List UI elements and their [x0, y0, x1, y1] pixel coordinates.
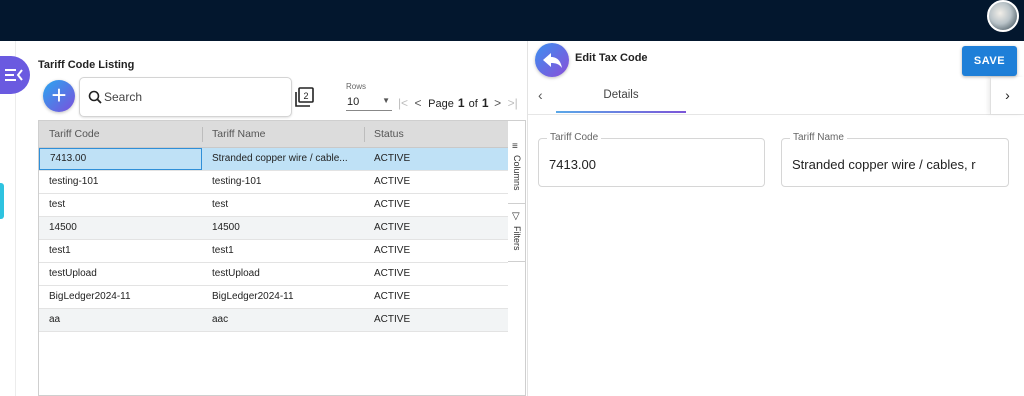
user-avatar[interactable] — [987, 0, 1019, 32]
tariff-grid: Tariff Code Tariff Name Status 7413.00 S… — [38, 120, 509, 396]
grid-side-bar: ≡ Columns ▽ Filters — [508, 120, 526, 396]
grid-header: Tariff Code Tariff Name Status — [39, 121, 508, 148]
of-word: of — [468, 98, 478, 110]
cell-tariff-code[interactable]: 14500 — [39, 217, 202, 239]
menu-toggle-icon[interactable] — [0, 56, 30, 94]
column-header-status[interactable]: Status — [364, 121, 508, 148]
top-navbar — [0, 0, 1024, 41]
cell-tariff-name[interactable]: test — [202, 194, 364, 216]
menu-collapse-icon — [5, 69, 23, 81]
column-header-tariff-code[interactable]: Tariff Code — [39, 121, 202, 148]
edit-panel-title: Edit Tax Code — [575, 52, 648, 64]
cell-status[interactable]: ACTIVE — [364, 309, 508, 331]
next-page-icon[interactable]: > — [492, 96, 504, 110]
tariff-name-value[interactable]: Stranded copper wire / cables, r — [792, 157, 1006, 172]
columns-tool-tab[interactable]: ≡ Columns — [508, 141, 526, 205]
table-row[interactable]: testUpload testUpload ACTIVE — [39, 263, 508, 286]
caret-down-icon: ▼ — [382, 96, 390, 105]
rows-value: 10 — [347, 96, 360, 108]
columns-tab-label: Columns — [512, 155, 522, 191]
pagination: |< < Page 1 of 1 > >| — [397, 96, 519, 110]
rows-per-page-select[interactable]: 10 ▼ — [346, 93, 392, 111]
tab-details[interactable]: Details — [556, 77, 686, 114]
filter-icon: ▽ — [512, 211, 520, 222]
cell-status[interactable]: ACTIVE — [364, 217, 508, 239]
rows-label: Rows — [346, 82, 367, 91]
back-button[interactable] — [535, 43, 569, 77]
tariff-name-field[interactable]: Tariff Name Stranded copper wire / cable… — [781, 132, 1009, 187]
side-tab-divider — [508, 261, 525, 262]
tariff-name-label: Tariff Name — [790, 132, 847, 143]
table-row[interactable]: aa aac ACTIVE — [39, 309, 508, 332]
search-box[interactable] — [79, 77, 292, 117]
first-page-icon[interactable]: |< — [397, 96, 409, 110]
cell-tariff-code[interactable]: test — [39, 194, 202, 216]
grid-body: 7413.00 Stranded copper wire / cable... … — [39, 148, 508, 332]
table-row[interactable]: testing-101 testing-101 ACTIVE — [39, 171, 508, 194]
cell-tariff-code[interactable]: testUpload — [39, 263, 202, 285]
tabs-bar: ‹ Details › — [528, 77, 1024, 115]
search-input[interactable] — [104, 87, 284, 107]
cell-tariff-name[interactable]: testing-101 — [202, 171, 364, 193]
last-page-icon[interactable]: >| — [507, 96, 519, 110]
cell-status[interactable]: ACTIVE — [364, 263, 508, 285]
cell-tariff-name[interactable]: 14500 — [202, 217, 364, 239]
cell-tariff-code[interactable]: BigLedger2024-11 — [39, 286, 202, 308]
cell-status[interactable]: ACTIVE — [364, 171, 508, 193]
tab-scroll-right-icon[interactable]: › — [990, 77, 1024, 114]
reply-arrow-icon — [543, 53, 562, 68]
tariff-code-field[interactable]: Tariff Code 7413.00 — [538, 132, 765, 187]
side-tab-divider — [508, 203, 525, 204]
cell-tariff-code[interactable]: aa — [39, 309, 202, 331]
table-row[interactable]: test1 test1 ACTIVE — [39, 240, 508, 263]
table-row[interactable]: test test ACTIVE — [39, 194, 508, 217]
cell-tariff-code[interactable]: 7413.00 — [39, 148, 202, 170]
listing-title: Tariff Code Listing — [38, 59, 135, 71]
cell-tariff-name[interactable]: BigLedger2024-11 — [202, 286, 364, 308]
filters-tool-tab[interactable]: ▽ Filters — [508, 211, 526, 261]
cell-tariff-name[interactable]: testUpload — [202, 263, 364, 285]
tariff-code-label: Tariff Code — [547, 132, 602, 143]
cell-tariff-name[interactable]: test1 — [202, 240, 364, 262]
cell-tariff-code[interactable]: test1 — [39, 240, 202, 262]
svg-text:2: 2 — [303, 91, 308, 101]
cell-status[interactable]: ACTIVE — [364, 194, 508, 216]
add-button[interactable]: + — [43, 80, 75, 112]
side-indicator — [0, 183, 4, 219]
cell-tariff-name[interactable]: aac — [202, 309, 364, 331]
tariff-code-value[interactable]: 7413.00 — [549, 157, 596, 172]
save-button[interactable]: SAVE — [962, 46, 1017, 76]
cell-tariff-code[interactable]: testing-101 — [39, 171, 202, 193]
active-tab-indicator — [556, 111, 686, 113]
cell-status[interactable]: ACTIVE — [364, 240, 508, 262]
cell-status[interactable]: ACTIVE — [364, 286, 508, 308]
page-word: Page — [428, 98, 454, 110]
copy-icon[interactable]: 2 — [294, 87, 314, 107]
search-icon — [88, 90, 102, 104]
page-current: 1 — [457, 96, 465, 110]
columns-icon: ≡ — [512, 141, 518, 152]
table-row[interactable]: 14500 14500 ACTIVE — [39, 217, 508, 240]
column-header-tariff-name[interactable]: Tariff Name — [202, 121, 364, 148]
page-total: 1 — [481, 96, 489, 110]
cell-tariff-name[interactable]: Stranded copper wire / cable... — [202, 148, 364, 170]
tab-scroll-left-icon[interactable]: ‹ — [538, 87, 543, 103]
table-row[interactable]: 7413.00 Stranded copper wire / cable... … — [39, 148, 508, 171]
cell-status[interactable]: ACTIVE — [364, 148, 508, 170]
table-row[interactable]: BigLedger2024-11 BigLedger2024-11 ACTIVE — [39, 286, 508, 309]
filters-tab-label: Filters — [512, 226, 522, 251]
prev-page-icon[interactable]: < — [412, 96, 424, 110]
